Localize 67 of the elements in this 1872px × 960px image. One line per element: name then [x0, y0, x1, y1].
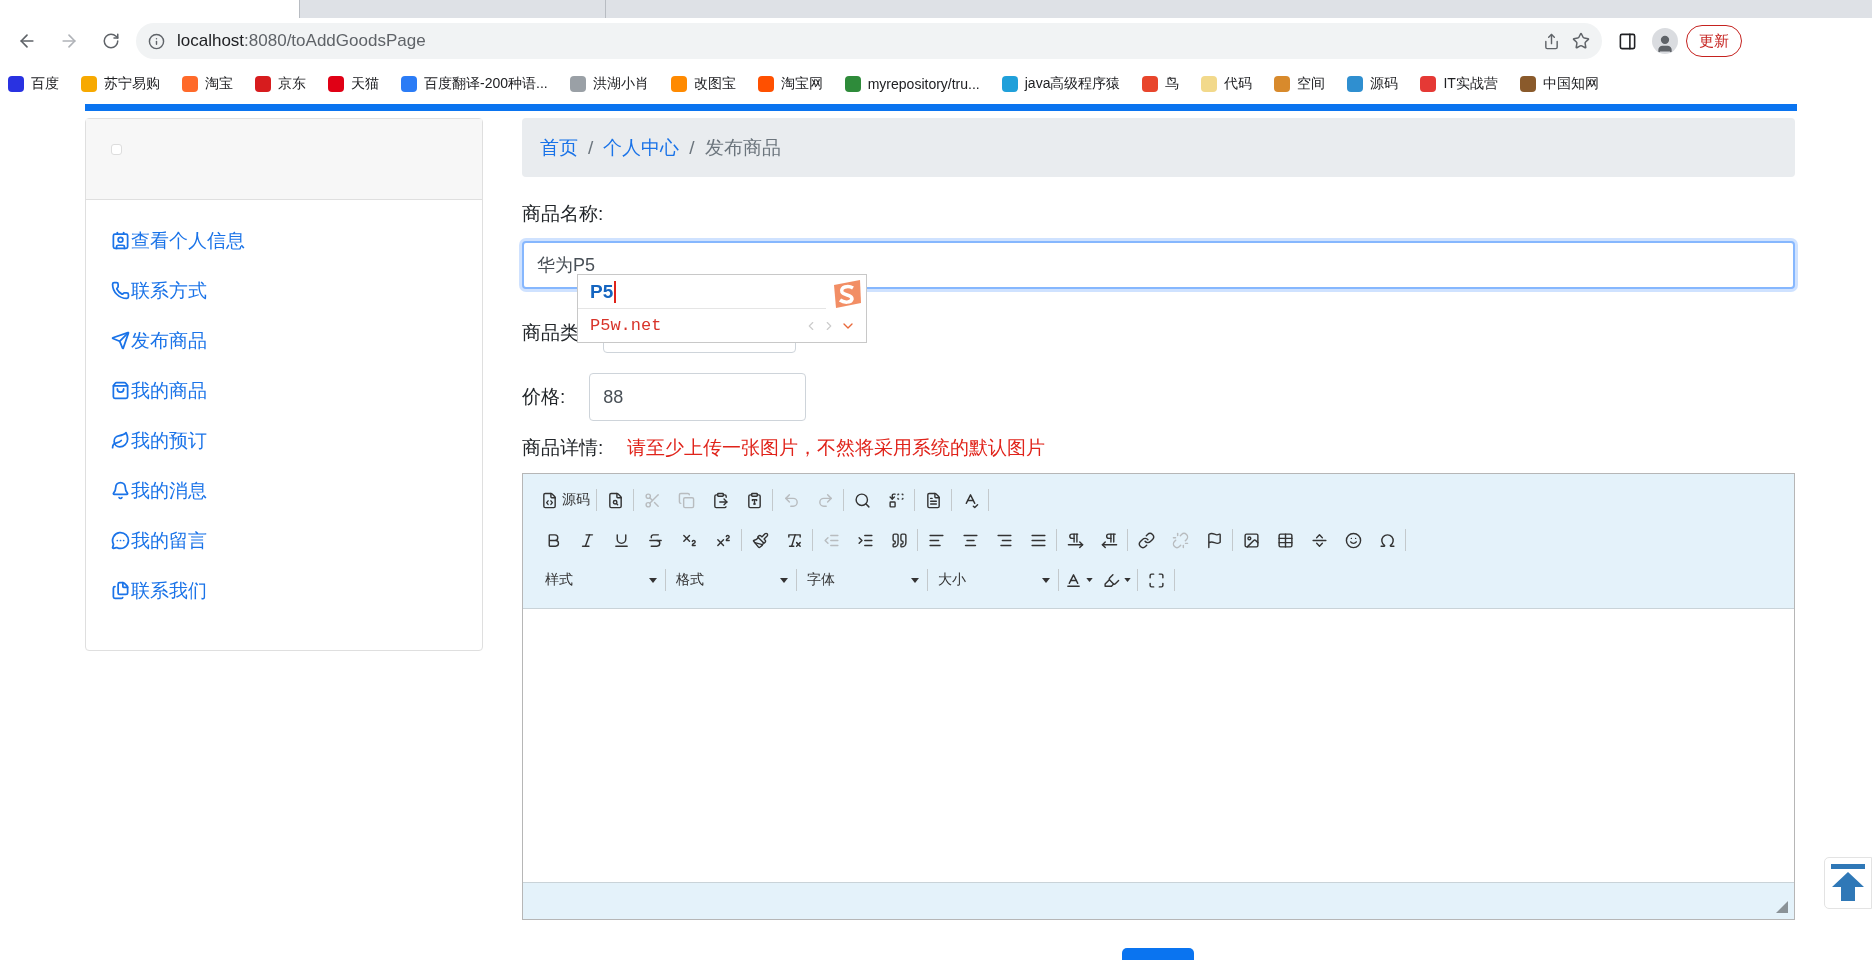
bookmark[interactable]: 百度翻译-200种语... [401, 74, 548, 93]
sidebar-link[interactable]: 发布商品 [111, 328, 207, 353]
breadcrumb-separator: / [588, 136, 594, 159]
format-dropdown[interactable]: 大小 [932, 566, 1054, 594]
bookmark[interactable]: java高级程序猿 [1001, 74, 1121, 93]
code-file-icon [541, 491, 558, 509]
format-dropdown[interactable]: 格式 [670, 566, 792, 594]
bookmark[interactable]: 中国知网 [1519, 74, 1599, 93]
phone-icon [111, 281, 130, 300]
field-label: 商品名称: [522, 202, 605, 226]
back-to-top-button[interactable] [1824, 857, 1872, 909]
bookmark[interactable]: 鸟 [1142, 74, 1180, 93]
info-icon[interactable] [148, 32, 165, 50]
star-icon[interactable] [1572, 32, 1590, 50]
checkbox[interactable] [111, 144, 122, 155]
id-card-icon [111, 231, 130, 250]
bookmark[interactable]: 改图宝 [670, 74, 736, 93]
breadcrumb-link[interactable]: 个人中心 [603, 134, 680, 161]
source-button[interactable]: 源码 [539, 486, 592, 514]
update-button[interactable]: 更新 [1686, 25, 1742, 57]
field-label: 商品类 [522, 321, 579, 345]
sidebar-link[interactable]: 我的留言 [111, 528, 207, 553]
chat-icon [111, 531, 130, 550]
caret-icon [780, 577, 788, 583]
side-panel-icon [1617, 31, 1637, 51]
caret-icon [911, 577, 919, 583]
breadcrumb-current: 发布商品 [704, 135, 781, 160]
bookmark[interactable]: 洪湖小肖 [569, 74, 649, 93]
bookmark[interactable]: 苏宁易购 [81, 74, 160, 93]
sidebar-link[interactable]: 我的消息 [111, 478, 207, 503]
sidebar-link[interactable]: 我的商品 [111, 378, 207, 403]
reload-icon [102, 32, 120, 50]
sidebar-link[interactable]: 查看个人信息 [111, 228, 245, 253]
bookmark[interactable]: 淘宝网 [757, 74, 823, 93]
sidebar-link[interactable]: 我的预订 [111, 428, 207, 453]
profile-avatar[interactable] [1652, 28, 1678, 54]
leaf-icon [111, 431, 130, 450]
caret-icon [1042, 577, 1050, 583]
bag-icon [111, 381, 130, 400]
breadcrumb-separator: / [689, 136, 695, 159]
bookmark[interactable]: 空间 [1274, 74, 1326, 93]
bookmark[interactable]: 代码 [1201, 74, 1253, 93]
ime-composition: P5 [590, 280, 617, 303]
field-label: 商品详情: [522, 436, 604, 460]
field-label: 价格: [522, 385, 566, 409]
files-icon [111, 581, 130, 600]
sidebar-link[interactable]: 联系我们 [111, 578, 207, 603]
bookmark[interactable]: 百度 [8, 74, 59, 93]
share-icon[interactable] [1543, 32, 1560, 50]
format-dropdown[interactable]: 样式 [539, 566, 661, 594]
ime-candidate[interactable]: P5w.net [590, 316, 800, 335]
resize-grip-icon[interactable] [1776, 901, 1788, 913]
bookmark[interactable]: myrepository/tru... [844, 75, 980, 92]
upload-hint: 请至少上传一张图片，不然将采用系统的默认图片 [627, 436, 1046, 460]
price-input[interactable]: 88 [589, 373, 807, 421]
bookmark[interactable]: IT实战营 [1420, 74, 1498, 93]
send-icon [111, 331, 130, 350]
address-bar[interactable]: localhost:8080/toAddGoodsPage [136, 23, 1602, 59]
breadcrumb-link[interactable]: 首页 [540, 134, 578, 161]
bell-icon [111, 481, 130, 500]
bookmark[interactable]: 源码 [1347, 74, 1399, 93]
bookmark[interactable]: 京东 [255, 74, 306, 93]
bookmark[interactable]: 淘宝 [182, 74, 233, 93]
sidebar-link[interactable]: 联系方式 [111, 278, 207, 303]
format-dropdown[interactable]: 字体 [801, 566, 923, 594]
bookmark[interactable]: 天猫 [328, 74, 379, 93]
caret-icon [649, 577, 657, 583]
